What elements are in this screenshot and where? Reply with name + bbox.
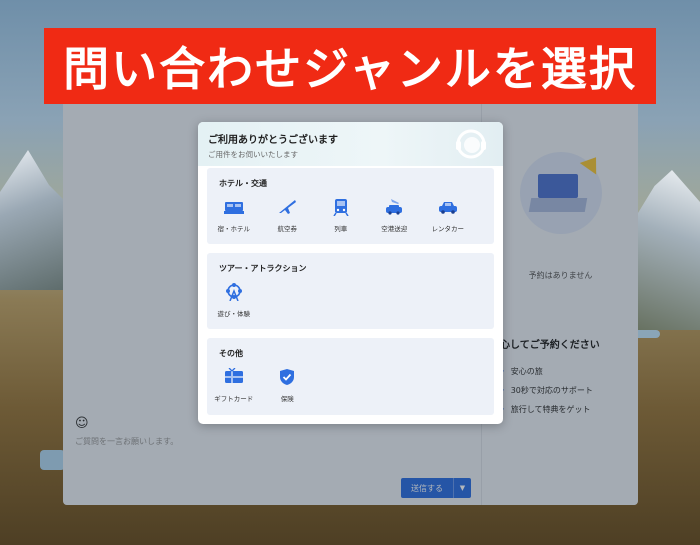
section-hotel-transport: ホテル・交通 宿・ホテル 航空券 列車 空港送迎 レンタカー (207, 168, 494, 244)
section-title: ホテル・交通 (219, 179, 267, 188)
genre-item-label: 保険 (280, 395, 294, 403)
send-options-chevron-icon[interactable]: ▼ (453, 478, 471, 498)
genre-item-label: 宿・ホテル (217, 225, 251, 233)
shield-check-icon (280, 369, 295, 385)
headset-icon (456, 129, 486, 159)
reservation-panel: 予約はありません 心してご予約ください 安心の旅 30秒で対応のサポート 旅行し… (481, 90, 638, 505)
genre-item-activities[interactable]: 遊び・体験 (207, 283, 261, 318)
genre-item-label: レンタカー (431, 225, 465, 233)
genre-item-train[interactable]: 列車 (314, 198, 368, 233)
section-tour-attraction: ツアー・アトラクション 遊び・体験 (207, 253, 494, 329)
genre-item-flight[interactable]: 航空券 (261, 198, 315, 233)
no-reservation-text: 予約はありません (528, 271, 593, 280)
background-lake (40, 450, 65, 470)
send-button[interactable]: 送信する ▼ (401, 478, 471, 498)
bed-icon (223, 202, 244, 214)
send-button-label: 送信する (411, 483, 443, 493)
genre-item-hotel[interactable]: 宿・ホテル (207, 198, 261, 233)
genre-item-label: 空港送迎 (381, 225, 408, 233)
section-title: その他 (219, 349, 243, 358)
train-icon (333, 199, 349, 216)
modal-header: ご利用ありがとうございます ご用件をお伺いいたします (198, 122, 503, 166)
modal-subtitle: ご用件をお伺いいたします (208, 150, 298, 159)
reassure-item: 旅行して特典をゲット (500, 404, 591, 415)
gift-card-icon (224, 368, 243, 383)
genre-item-rental-car[interactable]: レンタカー (421, 198, 475, 233)
genre-item-label: 遊び・体験 (217, 310, 251, 318)
reassure-item: 30秒で対応のサポート (500, 385, 593, 396)
modal-title: ご利用ありがとうございます (208, 135, 338, 146)
airport-transfer-icon (386, 199, 403, 215)
genre-item-label: ギフトカード (214, 395, 254, 403)
car-icon (438, 202, 457, 214)
reassure-item: 安心の旅 (500, 366, 543, 377)
genre-item-airport-transfer[interactable]: 空港送迎 (368, 198, 422, 233)
laptop-illustration-icon (520, 151, 605, 234)
section-title: ツアー・アトラクション (219, 264, 307, 273)
inquiry-genre-modal: ご利用ありがとうございます ご用件をお伺いいたします ホテル・交通 宿・ホテル (198, 122, 503, 424)
chat-input[interactable]: ご質問を一言お願いします。 (75, 436, 178, 447)
genre-item-label: 航空券 (277, 225, 298, 233)
reassure-title: 心してご予約ください (500, 340, 600, 351)
genre-item-insurance[interactable]: 保険 (261, 368, 315, 403)
genre-item-gift-card[interactable]: ギフトカード (207, 368, 261, 403)
ferris-wheel-icon (225, 283, 242, 301)
emoji-icon[interactable]: ☺ (75, 416, 89, 431)
airplane-icon (279, 200, 297, 214)
section-other: その他 ギフトカード 保険 (207, 338, 494, 415)
background-mountain-left (0, 150, 70, 290)
background-mountain-right (630, 170, 700, 330)
title-banner: 問い合わせジャンルを選択 (44, 28, 656, 104)
genre-item-label: 列車 (334, 225, 348, 233)
